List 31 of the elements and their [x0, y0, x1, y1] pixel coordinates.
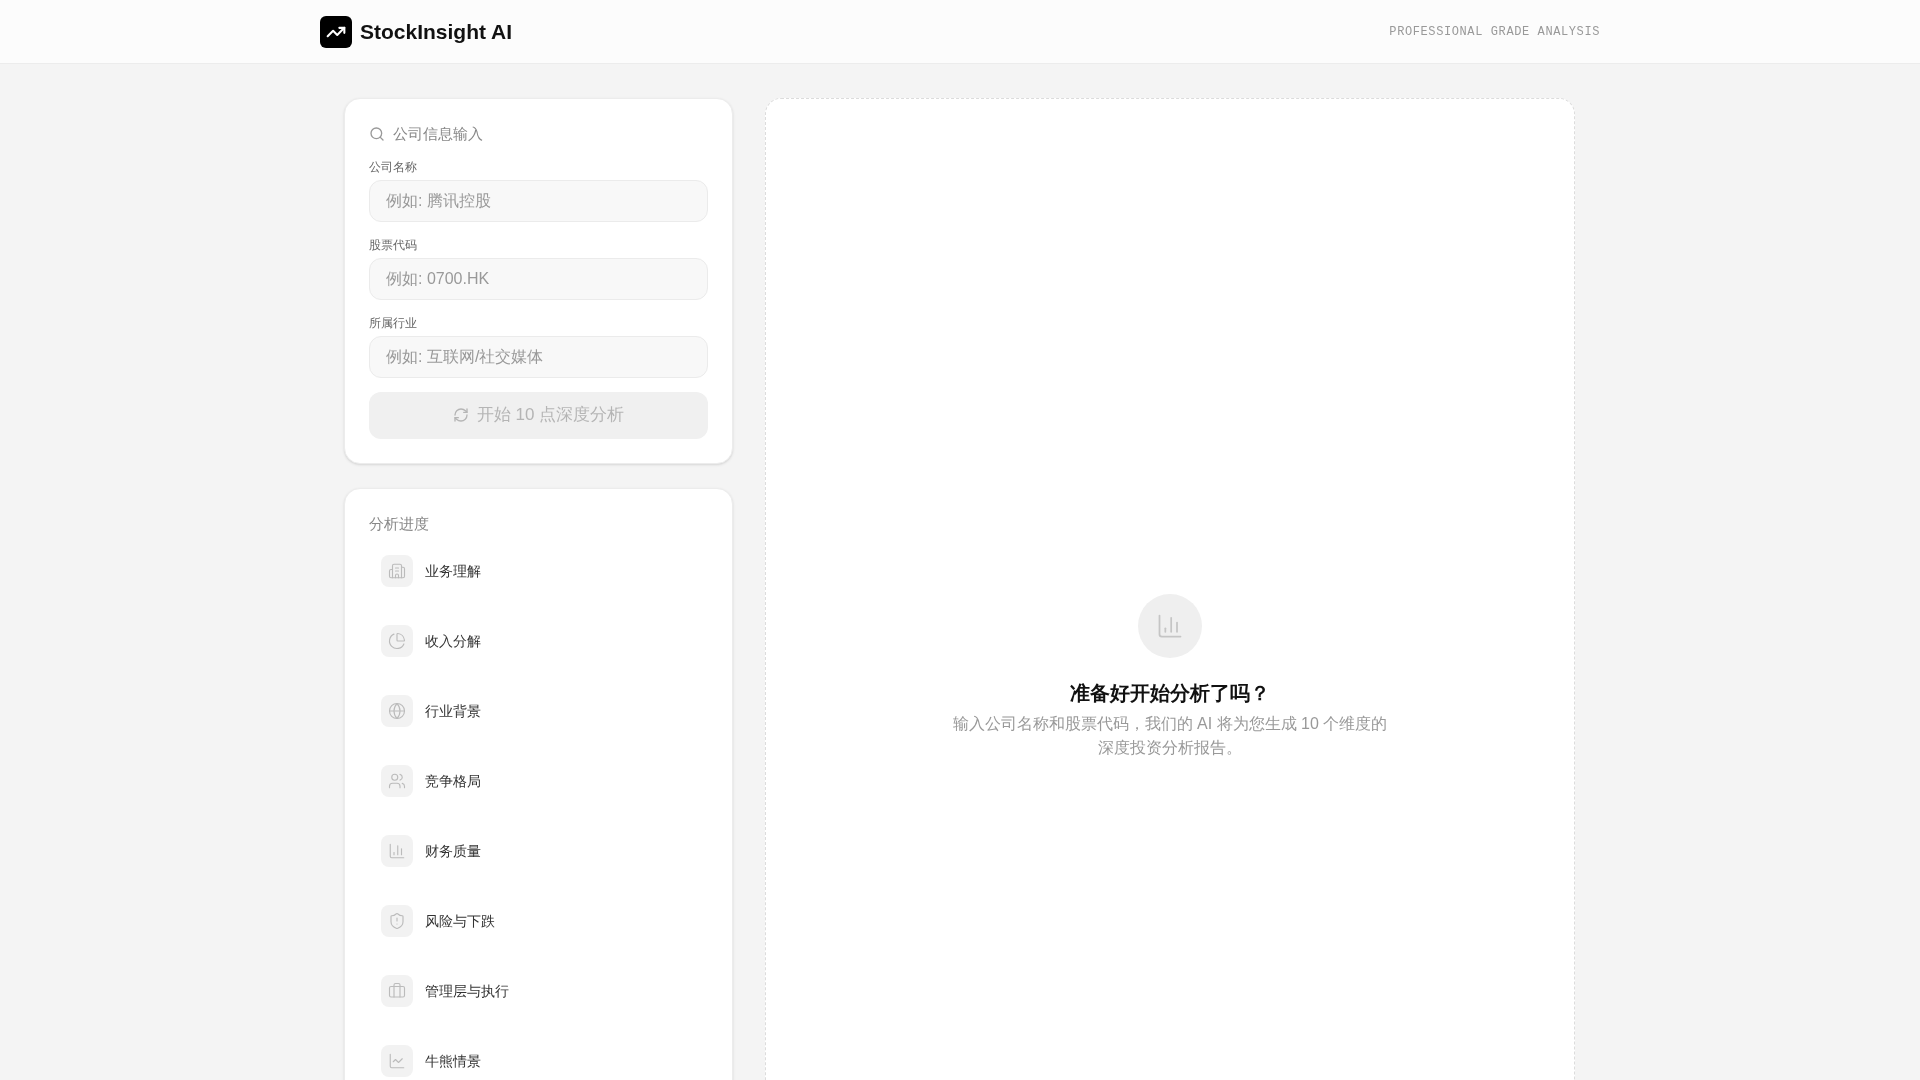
search-icon	[369, 126, 385, 143]
step-label: 管理层与执行	[425, 981, 509, 1001]
tagline: PROFESSIONAL GRADE ANALYSIS	[1389, 23, 1600, 41]
step-label: 行业背景	[425, 701, 481, 721]
bar-chart-icon	[381, 835, 413, 867]
input-field[interactable]: 例如: 腾讯控股	[369, 179, 708, 222]
card-title: 分析进度	[369, 513, 430, 534]
empty-description: 输入公司名称和股票代码，我们的 AI 将为您生成 10 个维度的深度投资分析报告。	[951, 714, 1389, 758]
input-field[interactable]: 例如: 互联网/社交媒体	[369, 335, 708, 378]
step-label: 收入分解	[425, 631, 481, 651]
field-label: 股票代码	[369, 236, 418, 254]
pie-chart-icon	[381, 625, 413, 657]
line-chart-icon	[381, 1045, 413, 1077]
step-label: 竞争格局	[425, 771, 481, 791]
users-icon	[381, 765, 413, 797]
empty-title: 准备好开始分析了吗？	[1070, 681, 1270, 706]
refresh-icon	[452, 407, 469, 423]
building-icon	[381, 555, 413, 587]
shield-icon	[381, 905, 413, 937]
brand-name: StockInsight AI	[360, 18, 513, 45]
field-label: 公司名称	[369, 158, 418, 176]
trend-logo-icon	[320, 15, 352, 48]
globe-icon	[381, 695, 413, 727]
briefcase-icon	[381, 975, 413, 1007]
step-label: 牛熊情景	[425, 1051, 481, 1071]
step-label: 业务理解	[425, 561, 481, 581]
step-label: 风险与下跌	[425, 911, 495, 931]
card-title: 公司信息输入	[393, 124, 483, 144]
input-field[interactable]: 例如: 0700.HK	[369, 257, 708, 300]
field-label: 所属行业	[369, 314, 418, 332]
step-label: 财务质量	[425, 841, 481, 861]
